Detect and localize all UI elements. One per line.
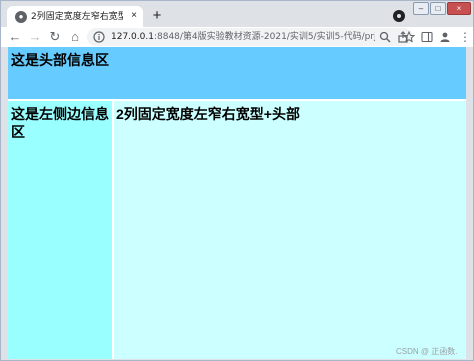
browser-tab[interactable]: ● 2列固定宽度左窄右宽型+头部 × bbox=[7, 6, 143, 28]
menu-icon[interactable]: ⋮ bbox=[459, 30, 471, 44]
new-tab-button[interactable]: + bbox=[149, 8, 165, 24]
browser-window: ● 2列固定宽度左窄右宽型+头部 × + – □ × ← → ↻ ⌂ 127.0… bbox=[0, 0, 474, 361]
maximize-button[interactable]: □ bbox=[430, 2, 446, 15]
window-controls: – □ × bbox=[413, 2, 473, 16]
main-content-text: 2列固定宽度左窄右宽型+头部 bbox=[116, 106, 300, 122]
header-region: 这是头部信息区 bbox=[8, 47, 466, 99]
side-panel-icon[interactable] bbox=[421, 31, 433, 43]
close-window-button[interactable]: × bbox=[447, 2, 471, 15]
info-icon[interactable] bbox=[93, 31, 105, 43]
globe-icon: ● bbox=[15, 11, 27, 23]
url-text[interactable]: 127.0.0.1:8848/第4版实验教材资源-2021/实训5/实训5-代码… bbox=[111, 30, 375, 44]
tab-title: 2列固定宽度左窄右宽型+头部 bbox=[31, 12, 123, 22]
left-sidebar-region: 这是左侧边信息区 bbox=[8, 101, 112, 359]
url-host: 127.0.0.1 bbox=[111, 32, 154, 42]
watermark: CSDN @ 正函数. bbox=[396, 347, 458, 356]
window-edge bbox=[466, 47, 473, 359]
browser-toolbar: ← → ↻ ⌂ 127.0.0.1:8848/第4版实验教材资源-2021/实训… bbox=[1, 27, 473, 47]
zoom-icon[interactable] bbox=[379, 31, 391, 43]
tab-close-icon[interactable]: × bbox=[127, 9, 141, 23]
url-path: :8848/第4版实验教材资源-2021/实训5/实训5-代码/prj_5_1_… bbox=[153, 32, 375, 42]
title-bar: ● 2列固定宽度左窄右宽型+头部 × + – □ × bbox=[1, 1, 473, 28]
header-text: 这是头部信息区 bbox=[11, 52, 109, 68]
home-button[interactable]: ⌂ bbox=[67, 29, 83, 45]
reload-button[interactable]: ↻ bbox=[47, 29, 63, 45]
star-icon[interactable] bbox=[403, 31, 415, 43]
minimize-button[interactable]: – bbox=[413, 2, 429, 15]
page-viewport: 这是头部信息区 这是左侧边信息区 2列固定宽度左窄右宽型+头部 bbox=[8, 47, 466, 359]
media-record-icon[interactable] bbox=[393, 10, 405, 22]
profile-icon[interactable] bbox=[439, 31, 451, 43]
main-content-region: 2列固定宽度左窄右宽型+头部 bbox=[114, 101, 466, 359]
forward-button[interactable]: → bbox=[27, 29, 43, 45]
address-bar[interactable]: 127.0.0.1:8848/第4版实验教材资源-2021/实训5/实训5-代码… bbox=[87, 28, 413, 46]
back-button[interactable]: ← bbox=[7, 29, 23, 45]
left-sidebar-text: 这是左侧边信息区 bbox=[11, 106, 109, 140]
